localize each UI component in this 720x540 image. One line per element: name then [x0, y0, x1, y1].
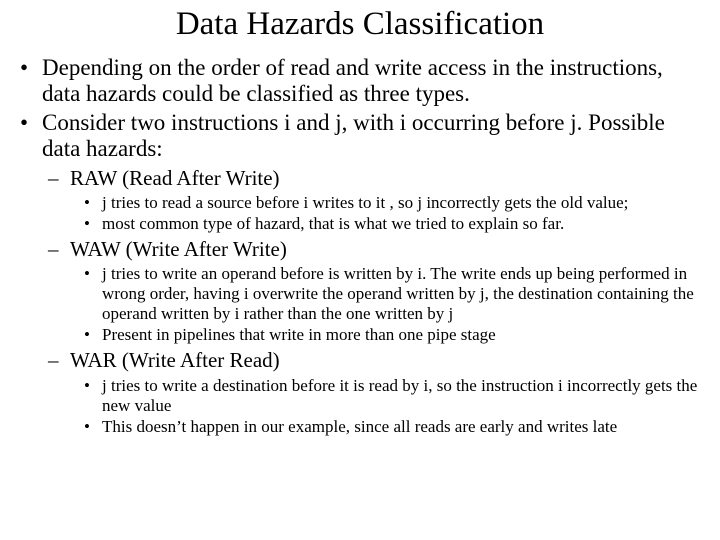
bullet-war-heading: WAR (Write After Read)	[14, 348, 706, 373]
bullet-war-point-2: This doesn’t happen in our example, sinc…	[14, 417, 706, 437]
bullet-intro-1: Depending on the order of read and write…	[14, 55, 706, 108]
bullet-waw-point-1: j tries to write an operand before is wr…	[14, 264, 706, 324]
bullet-raw-point-2: most common type of hazard, that is what…	[14, 214, 706, 234]
bullet-waw-point-2: Present in pipelines that write in more …	[14, 325, 706, 345]
bullet-waw-heading: WAW (Write After Write)	[14, 237, 706, 262]
slide: Data Hazards Classification Depending on…	[0, 0, 720, 540]
bullet-raw-heading: RAW (Read After Write)	[14, 166, 706, 191]
bullet-raw-point-1: j tries to read a source before i writes…	[14, 193, 706, 213]
bullet-intro-2: Consider two instructions i and j, with …	[14, 110, 706, 163]
bullet-war-point-1: j tries to write a destination before it…	[14, 376, 706, 416]
slide-title: Data Hazards Classification	[14, 6, 706, 43]
